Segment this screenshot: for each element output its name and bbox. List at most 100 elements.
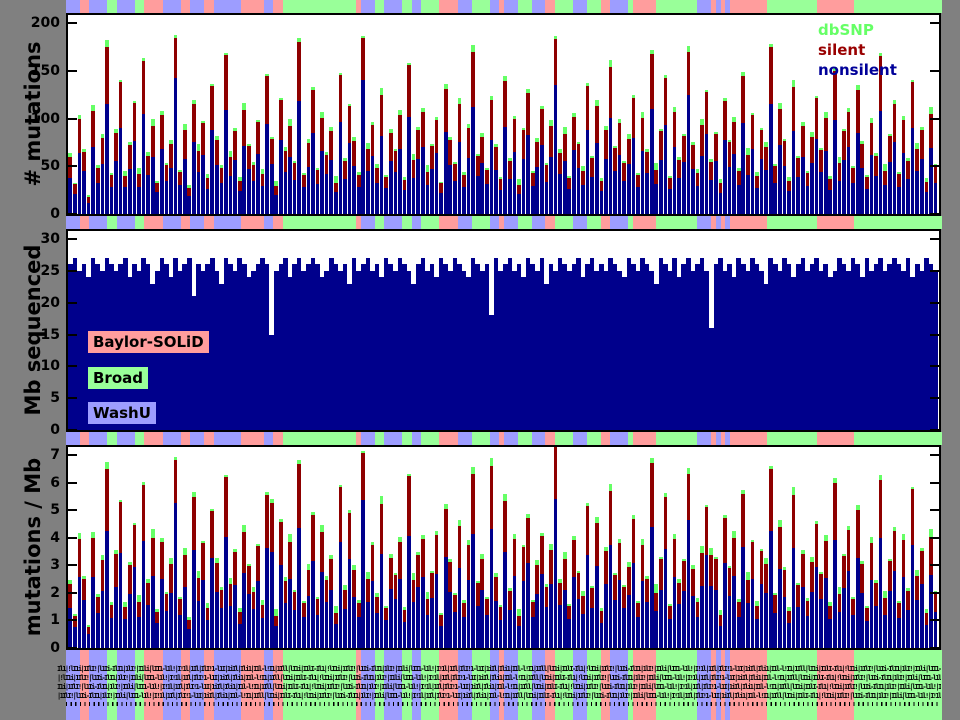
bar [645,149,649,214]
bar [531,171,535,214]
bar-segment [197,578,201,601]
bar [343,158,347,214]
bar-segment [233,131,237,160]
bar-segment [714,134,718,162]
bar-segment [91,111,95,147]
bar-segment [114,554,118,587]
bar-segment [485,184,489,214]
bar-segment [933,271,938,430]
bar [545,584,549,648]
bar-segment [352,597,356,648]
bar-segment [320,572,324,648]
bar-segment [91,577,95,648]
bar [558,149,562,214]
bar-segment [883,171,887,185]
bar-segment [783,570,787,597]
bar-segment [403,622,407,649]
bar-segment [270,164,274,214]
bar-segment [146,605,150,648]
bar-segment [796,158,800,177]
bar-segment [242,103,246,110]
bar [773,164,777,214]
bar [893,527,897,649]
bar-segment [146,583,150,604]
bar-segment [215,165,219,214]
bar [256,120,260,214]
bar-segment [412,178,416,214]
bar-segment [636,603,640,617]
bar-segment [673,112,677,147]
bar-segment [746,155,750,175]
bar [654,163,658,214]
bar-segment [380,504,384,553]
y-tick [68,365,77,367]
bar-segment [851,599,855,615]
bar-segment [293,592,297,610]
bar [764,558,768,648]
bar-segment [897,603,901,618]
bar-segment [801,554,805,587]
bar [838,157,842,214]
bar-segment [508,179,512,214]
bar-segment [329,160,333,214]
bar-segment [627,139,631,165]
bar-segment [256,546,260,581]
bar-segment [526,563,530,648]
bar-segment [668,189,672,214]
bar-segment [485,615,489,648]
bar-segment [96,613,100,648]
bar-segment [687,52,691,95]
bar-segment [732,538,736,576]
bar-segment [224,477,228,536]
bar-segment [751,149,755,214]
bar-segment [815,567,819,648]
bar-segment [563,590,567,648]
bar-segment [128,594,132,648]
bar-segment [792,131,796,214]
bar-segment [325,155,329,174]
bar-segment [471,107,475,214]
bar [627,134,631,214]
bar-segment [480,137,484,164]
bar [307,564,311,648]
bar-segment [316,615,320,648]
bar-segment [819,172,823,214]
bar [933,271,938,430]
bar-segment [467,580,471,648]
bar-segment [183,159,187,214]
bar [462,600,466,649]
bar-segment [604,130,608,159]
bar [645,576,649,648]
bar-segment [467,128,471,158]
bar [279,98,283,214]
bar-segment [902,540,906,577]
bar [155,609,159,648]
bar-segment [293,163,297,179]
bar [911,80,915,214]
bar [293,590,297,648]
bar-segment [274,195,278,214]
bar-segment [879,538,883,648]
bar-segment [490,529,494,648]
bar [535,138,539,214]
bar-segment [307,596,311,648]
bar [123,171,127,214]
bar [490,458,494,648]
bar [650,458,654,648]
bar-segment [320,151,324,214]
bar [526,514,530,648]
bar [325,152,329,214]
bar-segment [380,554,384,648]
bar [439,613,443,648]
bar [252,587,256,648]
bar [435,531,439,648]
bar [224,53,228,214]
bar-segment [517,179,521,186]
bar [746,148,750,214]
bar [728,140,732,214]
bar [485,168,489,214]
bar-segment [284,172,288,214]
bar-segment [220,590,224,608]
bar-segment [371,125,375,156]
bar-segment [229,157,233,176]
